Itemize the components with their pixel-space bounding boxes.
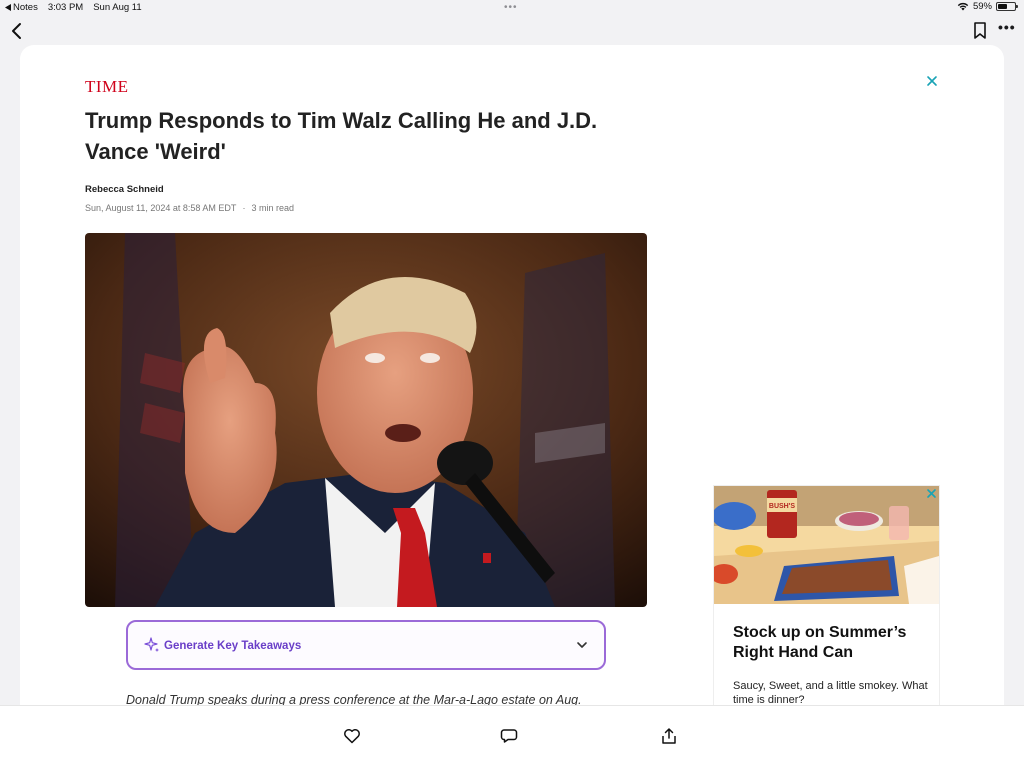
status-bar: Notes 3:03 PM Sun Aug 11 ••• 59%	[0, 0, 1024, 16]
chevron-down-icon	[577, 642, 587, 648]
multitasking-dots-icon[interactable]: •••	[504, 2, 518, 13]
photo-caption: Donald Trump speaks during a press confe…	[126, 693, 582, 705]
battery-icon	[996, 2, 1018, 11]
ad-image[interactable]: BUSH'S	[714, 486, 939, 604]
ad-can-label: BUSH'S	[769, 503, 795, 510]
close-ad-icon[interactable]	[926, 75, 938, 87]
sparkle-icon	[144, 637, 159, 652]
battery-percent: 59%	[972, 1, 992, 12]
comment-icon[interactable]	[500, 727, 518, 745]
article-card: TIME Trump Responds to Tim Walz Calling …	[20, 45, 1004, 705]
publish-date: Sun, August 11, 2024 at 8:58 AM EDT	[85, 203, 237, 213]
generate-key-takeaways-button[interactable]: Generate Key Takeaways	[126, 620, 606, 670]
battery-fill	[998, 4, 1008, 9]
meta-separator: ·	[242, 203, 246, 213]
ad-body: Saucy, Sweet, and a little smokey. What …	[733, 680, 928, 705]
hero-photo[interactable]	[85, 233, 647, 607]
publisher-logo[interactable]: TIME	[85, 77, 129, 97]
bottom-toolbar	[0, 705, 1024, 767]
read-time: 3 min read	[251, 203, 294, 213]
status-date: Sun Aug 11	[93, 2, 142, 13]
article-headline: Trump Responds to Tim Walz Calling He an…	[85, 108, 598, 164]
wifi-icon	[957, 2, 969, 11]
ad-title[interactable]: Stock up on Summer’s Right Hand Can	[733, 623, 933, 663]
close-ad-icon[interactable]	[926, 488, 937, 499]
bookmark-icon[interactable]	[972, 21, 988, 41]
heart-icon[interactable]	[343, 727, 361, 745]
triangle-left-icon	[5, 4, 11, 11]
back-to-app-link[interactable]: Notes	[5, 2, 38, 13]
nav-bar: •••	[0, 16, 1024, 46]
back-app-label: Notes	[13, 2, 38, 13]
chevron-left-icon[interactable]	[8, 20, 28, 42]
article-meta: Sun, August 11, 2024 at 8:58 AM EDT · 3 …	[85, 203, 294, 213]
status-time: 3:03 PM	[47, 2, 84, 13]
more-options-icon[interactable]: •••	[998, 19, 1018, 39]
share-icon[interactable]	[660, 727, 678, 745]
status-right: 59%	[957, 1, 1018, 12]
status-left: Notes 3:03 PM Sun Aug 11	[5, 2, 142, 13]
sponsored-ad[interactable]: BUSH'S Stock up on Summer’s Right Hand C…	[714, 486, 939, 705]
takeaways-label: Generate Key Takeaways	[164, 640, 302, 652]
author-name[interactable]: Rebecca Schneid	[85, 184, 164, 195]
